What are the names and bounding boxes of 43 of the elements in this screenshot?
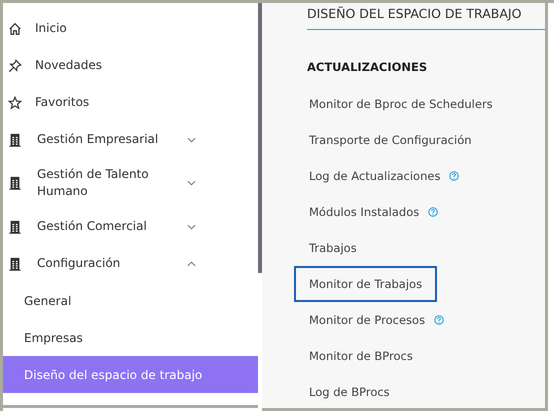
menu-link[interactable]: Monitor de Procesos xyxy=(294,302,440,338)
sidebar-label: Favoritos xyxy=(35,94,90,111)
submenu-item[interactable]: Empresas xyxy=(3,319,258,356)
building-icon xyxy=(8,132,22,146)
sidebar-item[interactable]: Gestión Comercial xyxy=(3,208,258,245)
chevron-down-icon[interactable] xyxy=(187,180,196,186)
panel-title: DISEÑO DEL ESPACIO DE TRABAJO xyxy=(307,3,545,30)
menu-link[interactable]: Log de Actualizaciones xyxy=(294,158,456,194)
chevron-down-icon[interactable] xyxy=(187,136,196,142)
sidebar-label: Gestión Empresarial xyxy=(36,131,160,148)
submenu-item[interactable]: General xyxy=(3,282,258,319)
home-icon xyxy=(8,22,22,36)
help-icon[interactable] xyxy=(428,207,438,217)
sidebar-item[interactable]: Gestión de Talento Humano xyxy=(3,158,258,208)
sidebar-item[interactable]: Configuración xyxy=(3,245,258,282)
star-icon xyxy=(8,96,22,110)
menu-link[interactable]: Monitor de Bproc de Schedulers xyxy=(294,86,508,122)
sidebar-item[interactable]: Favoritos xyxy=(3,84,258,121)
submenu-item[interactable]: Diseño del espacio de trabajo xyxy=(3,356,258,393)
menu-link[interactable]: Log de BProcs xyxy=(294,374,405,410)
help-icon[interactable] xyxy=(449,171,460,181)
building-icon xyxy=(8,256,22,270)
sidebar-item[interactable]: Inicio xyxy=(3,10,258,47)
menu-link[interactable]: Trabajos xyxy=(294,230,372,266)
sidebar-label: Gestión de Talento Humano xyxy=(36,166,150,200)
chevron-up-icon[interactable] xyxy=(187,260,196,266)
scrollbar-thumb[interactable] xyxy=(258,3,262,273)
sidebar-item[interactable]: Gestión Empresarial xyxy=(3,121,258,158)
pin-icon xyxy=(8,58,22,72)
menu-link[interactable]: Monitor de Trabajos xyxy=(294,266,438,302)
help-icon[interactable] xyxy=(434,315,444,325)
sidebar-label: Gestión Comercial xyxy=(36,218,148,235)
section-heading: ACTUALIZACIONES xyxy=(307,60,428,76)
sidebar-label: Novedades xyxy=(35,57,104,74)
chevron-down-icon[interactable] xyxy=(187,224,196,230)
building-icon xyxy=(8,220,22,234)
menu-link[interactable]: Transporte de Configuración xyxy=(294,122,487,158)
sidebar-item[interactable]: Novedades xyxy=(3,47,258,84)
sidebar-label: Inicio xyxy=(35,20,68,37)
sidebar-label: Configuración xyxy=(36,255,122,272)
menu-link[interactable]: Módulos Instalados xyxy=(294,194,434,230)
menu-link[interactable]: Monitor de BProcs xyxy=(294,338,428,374)
building-icon xyxy=(8,176,22,190)
